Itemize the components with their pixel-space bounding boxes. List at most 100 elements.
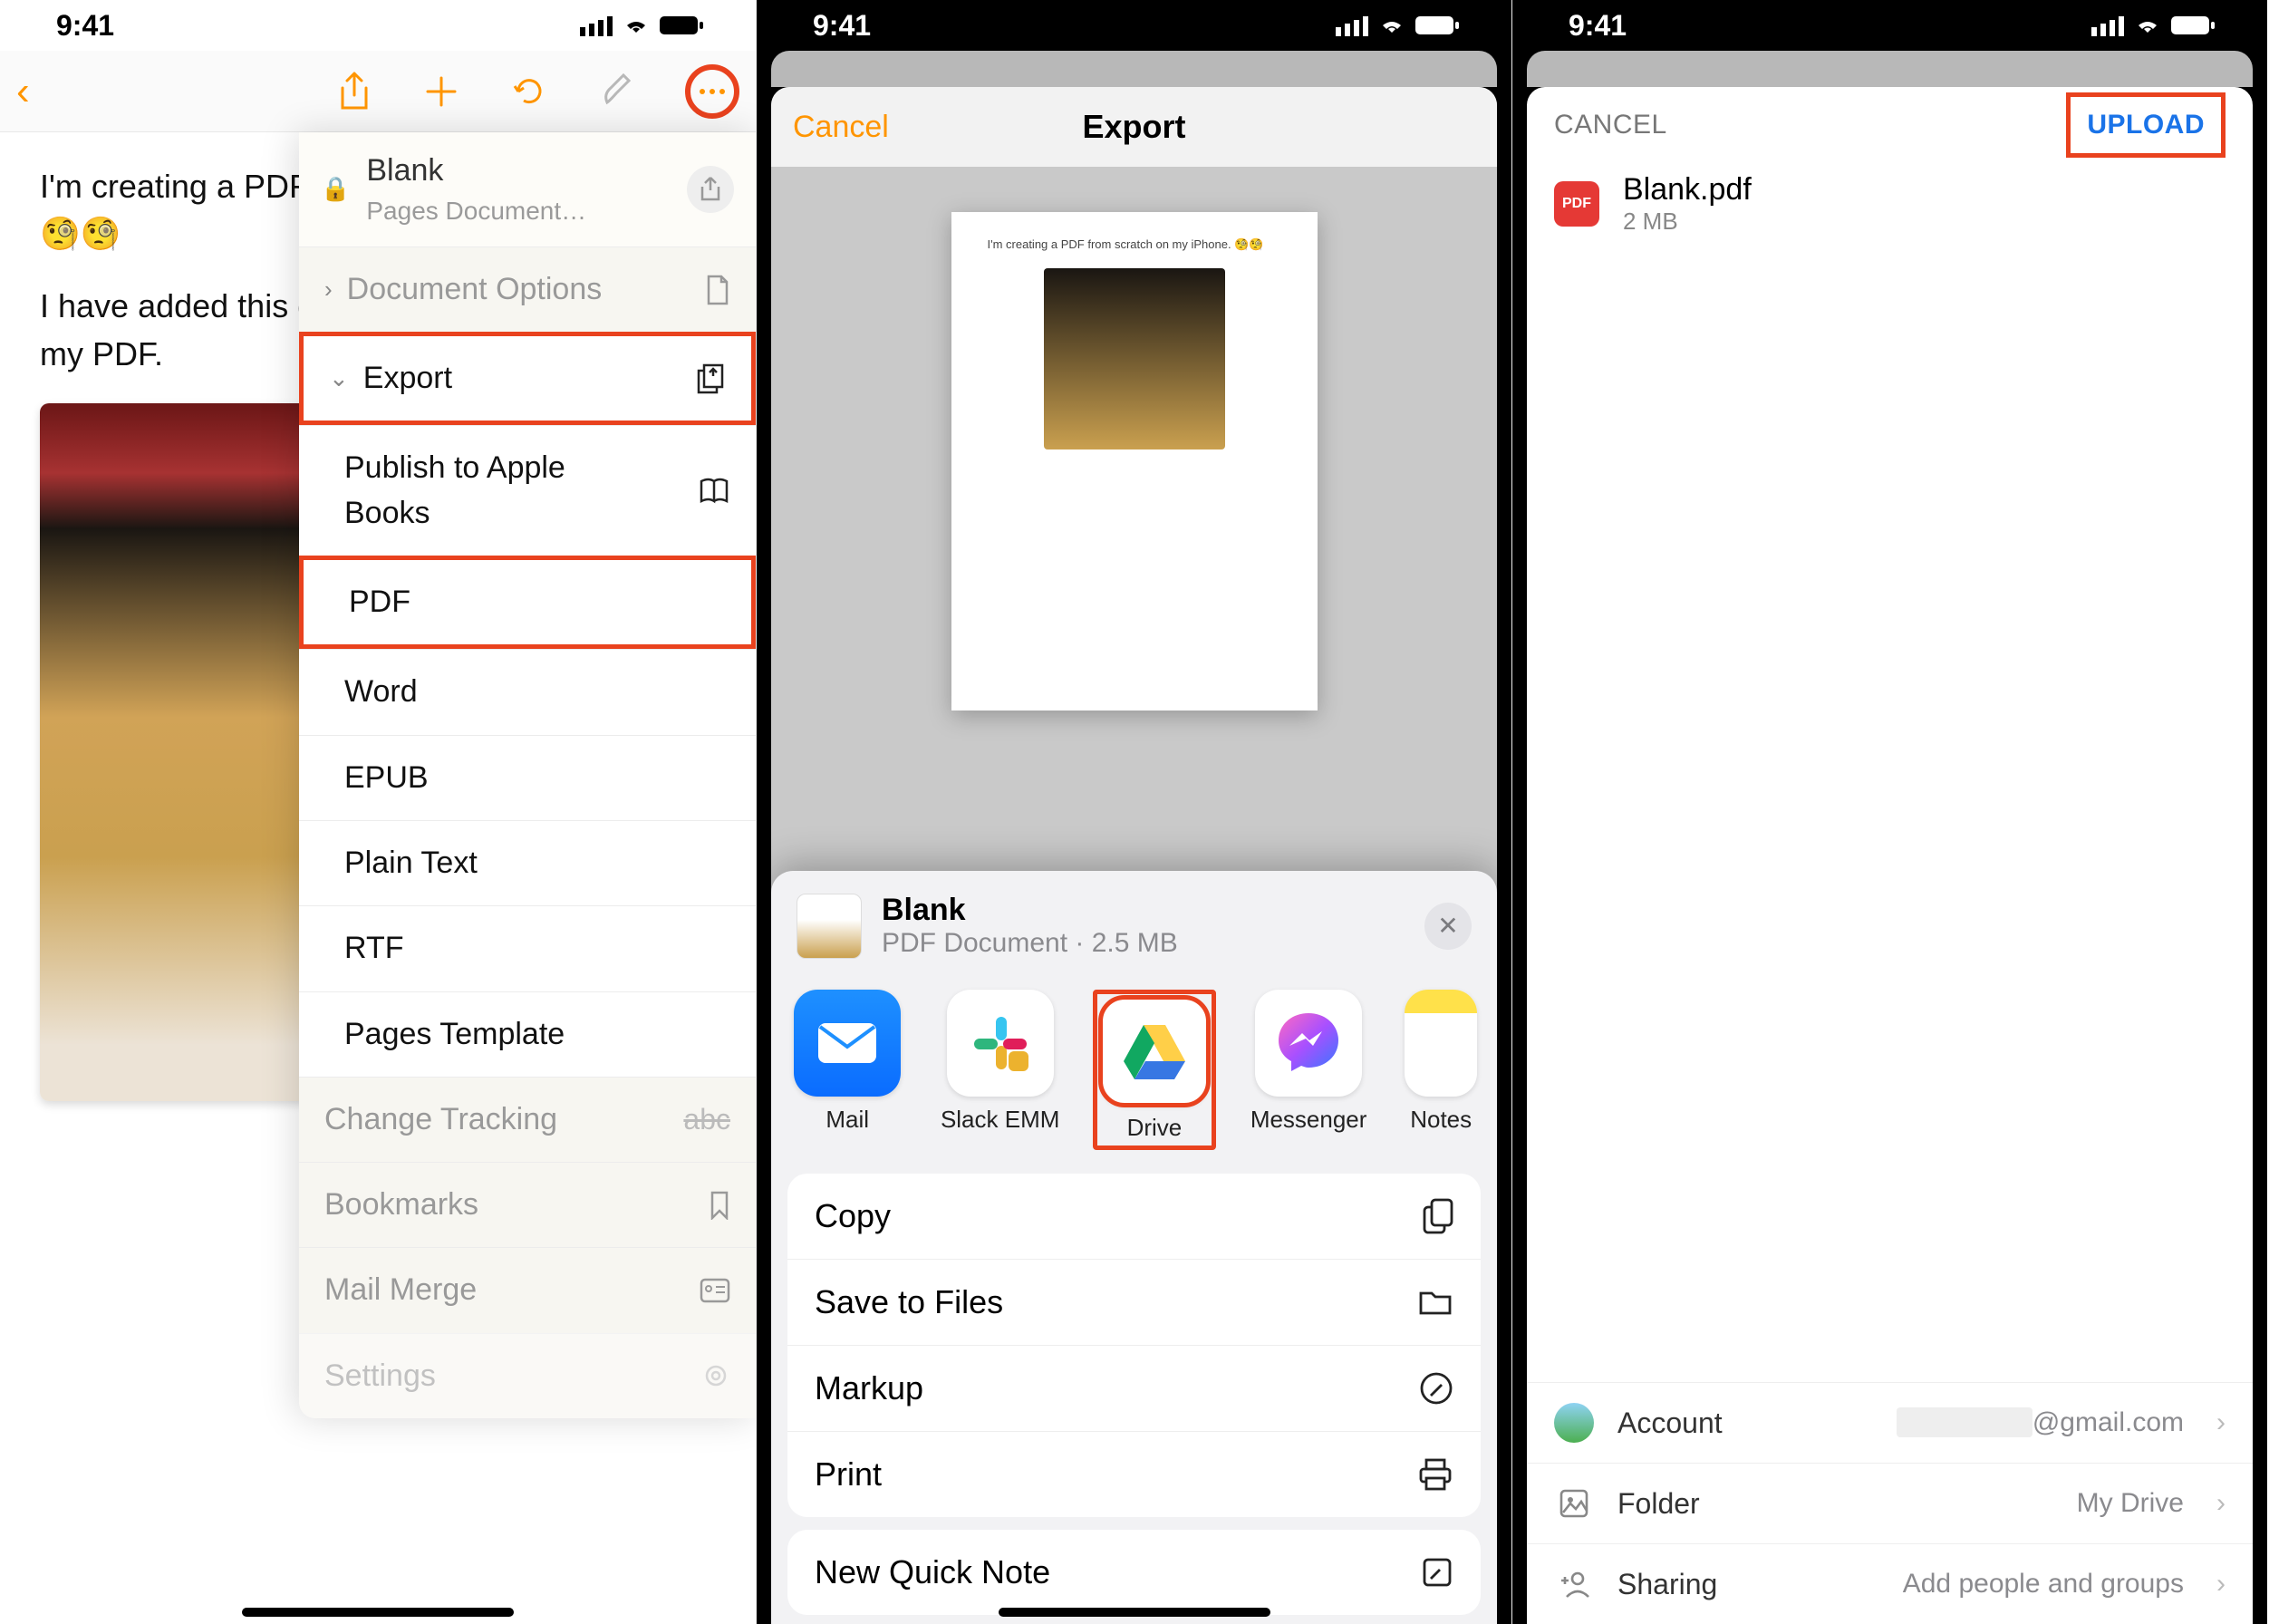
export-plain-text-row[interactable]: Plain Text (299, 820, 756, 905)
chevron-right-icon: › (2216, 1569, 2226, 1600)
upload-file-item[interactable]: PDF Blank.pdf 2 MB (1527, 163, 2253, 245)
close-icon[interactable]: ✕ (1424, 903, 1472, 950)
cancel-button[interactable]: CANCEL (1554, 110, 1667, 140)
print-icon (1417, 1458, 1453, 1491)
share-actions-list-2: New Quick Note (787, 1530, 1481, 1615)
bookmark-icon (709, 1191, 730, 1220)
action-print[interactable]: Print (787, 1432, 1481, 1517)
settings-label: Settings (324, 1354, 436, 1398)
action-markup[interactable]: Markup (787, 1346, 1481, 1432)
status-time: 9:41 (1569, 9, 1627, 43)
share-circle-icon[interactable] (687, 166, 734, 213)
mail-merge-row[interactable]: Mail Merge (299, 1247, 756, 1332)
pdf-badge-icon: PDF (1554, 181, 1599, 227)
background-card-peek (771, 51, 1497, 87)
pages-toolbar: ‹ (0, 51, 756, 132)
brush-icon[interactable] (598, 72, 645, 111)
app-mail[interactable]: Mail (787, 990, 907, 1150)
upload-header: CANCEL UPLOAD (1527, 87, 2253, 163)
export-word-row[interactable]: Word (299, 649, 756, 734)
settings-row[interactable]: Settings (299, 1333, 756, 1418)
mail-merge-icon (700, 1278, 730, 1303)
upload-button[interactable]: UPLOAD (2066, 92, 2226, 158)
export-pages-template-row[interactable]: Pages Template (299, 991, 756, 1077)
mail-app-icon (794, 990, 901, 1097)
copy-label: Copy (815, 1197, 891, 1235)
wifi-icon (1377, 14, 1406, 36)
slack-app-icon (947, 990, 1054, 1097)
status-indicators (580, 14, 705, 36)
share-sheet-header: Blank PDF Document · 2.5 MB ✕ (771, 871, 1497, 981)
share-icon[interactable] (337, 72, 384, 111)
folder-label: Folder (1617, 1487, 1700, 1521)
save-label: Save to Files (815, 1283, 1003, 1321)
app-slack[interactable]: Slack EMM (940, 990, 1059, 1150)
home-indicator[interactable] (999, 1608, 1270, 1617)
app-drive[interactable]: Drive (1093, 990, 1216, 1150)
dropdown-file-header: 🔒 Blank Pages Document… (299, 132, 756, 246)
background-card-peek (1527, 51, 2253, 87)
bookmarks-label: Bookmarks (324, 1183, 478, 1227)
status-time: 9:41 (56, 9, 114, 43)
share-sheet: Blank PDF Document · 2.5 MB ✕ Mail Slack (771, 871, 1497, 1624)
folder-value: My Drive (2077, 1488, 2184, 1519)
back-chevron-icon[interactable]: ‹ (16, 69, 30, 114)
messenger-app-icon (1255, 990, 1362, 1097)
gear-icon (701, 1361, 730, 1390)
action-new-quick-note[interactable]: New Quick Note (787, 1530, 1481, 1615)
chevron-right-icon: › (2216, 1488, 2226, 1519)
file-subtitle: Pages Document… (366, 193, 586, 230)
file-title: Blank (366, 149, 586, 193)
export-row[interactable]: ⌄ Export (299, 332, 756, 425)
plus-icon[interactable] (424, 74, 471, 109)
export-epub-row[interactable]: EPUB (299, 735, 756, 820)
change-tracking-row[interactable]: Change Tracking abc (299, 1077, 756, 1162)
export-rtf-row[interactable]: RTF (299, 905, 756, 991)
account-row[interactable]: Account xxxxxx@gmail.com › (1527, 1382, 2253, 1463)
action-save-to-files[interactable]: Save to Files (787, 1260, 1481, 1346)
plain-text-label: Plain Text (344, 841, 478, 885)
markup-label: Markup (815, 1369, 923, 1407)
markup-icon (1419, 1371, 1453, 1406)
document-options-row[interactable]: › Document Options (299, 246, 756, 332)
lock-icon: 🔒 (321, 172, 350, 207)
bookmarks-row[interactable]: Bookmarks (299, 1162, 756, 1247)
preview-image (1044, 268, 1225, 450)
notes-app-icon (1405, 990, 1477, 1097)
preview-text: I'm creating a PDF from scratch on my iP… (988, 237, 1281, 252)
action-copy[interactable]: Copy (787, 1174, 1481, 1260)
share-apps-row[interactable]: Mail Slack EMM Drive (771, 981, 1497, 1174)
more-options-button[interactable] (685, 64, 739, 119)
share-actions-list: Copy Save to Files Markup (787, 1174, 1481, 1517)
export-icon (695, 363, 726, 394)
messenger-label: Messenger (1250, 1106, 1367, 1134)
account-value: xxxxxx@gmail.com (1897, 1407, 2184, 1438)
publish-label: Publish to Apple Books (344, 446, 598, 536)
slack-label: Slack EMM (941, 1106, 1059, 1134)
export-pdf-row[interactable]: PDF (299, 556, 756, 649)
wifi-icon (622, 14, 651, 36)
undo-icon[interactable] (511, 73, 558, 110)
upload-file-name: Blank.pdf (1623, 172, 1752, 208)
folder-row[interactable]: Folder My Drive › (1527, 1463, 2253, 1543)
notes-label: Notes (1410, 1106, 1472, 1134)
status-indicators (2091, 14, 2216, 36)
app-messenger[interactable]: Messenger (1249, 990, 1368, 1150)
publish-apple-books-row[interactable]: Publish to Apple Books (299, 425, 756, 556)
cellular-icon (580, 14, 613, 36)
drive-upload-modal: CANCEL UPLOAD PDF Blank.pdf 2 MB Account… (1527, 87, 2253, 1624)
cancel-button[interactable]: Cancel (793, 110, 889, 145)
status-bar: 9:41 (0, 0, 756, 51)
home-indicator[interactable] (242, 1608, 514, 1617)
word-label: Word (344, 670, 418, 714)
app-notes[interactable]: Notes (1401, 990, 1481, 1150)
status-bar: 9:41 (757, 0, 1511, 51)
sharing-row[interactable]: Sharing Add people and groups › (1527, 1543, 2253, 1624)
status-time: 9:41 (813, 9, 871, 43)
phone-3-drive-upload: 9:41 CANCEL UPLOAD PDF Blank.pdf 2 MB Ac… (1511, 0, 2267, 1624)
wifi-icon (2133, 14, 2162, 36)
export-modal: Cancel Export I'm creating a PDF from sc… (771, 87, 1497, 1624)
export-label: Export (363, 356, 452, 401)
change-tracking-label: Change Tracking (324, 1097, 557, 1142)
upload-file-size: 2 MB (1623, 208, 1752, 236)
